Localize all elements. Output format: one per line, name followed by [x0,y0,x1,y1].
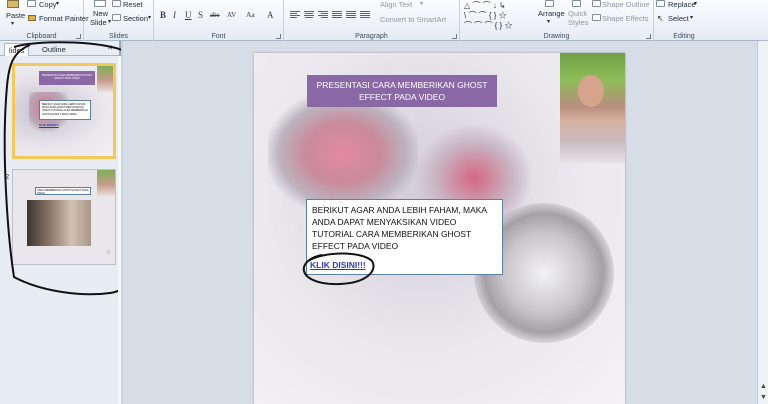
replace-icon [656,0,665,7]
shapes-gallery[interactable]: △ ⌒ ⌒ ↓ ↳ \ ⌒ ⌒ { } ☆ ⌒ ⌒ ⌒ { } ☆ [464,0,534,30]
section-button[interactable]: Section ▾ [112,14,154,24]
align-text-dropdown-icon: ▾ [420,1,424,7]
replace-label: Replace [668,0,696,9]
format-painter-label: Format Painter [39,14,89,23]
shadow-button[interactable]: S [198,10,203,20]
reset-label: Reset [123,0,143,9]
arrange-dropdown-icon: ▾ [547,19,551,25]
select-label: Select [668,14,689,23]
shape-outline-icon [592,0,601,7]
align-text-label: Align Text [380,0,413,9]
underline-button[interactable]: U [185,10,192,20]
scroll-up-icon[interactable]: ▲ [760,383,767,390]
copy-label: Copy [39,0,57,9]
quick-styles-label-2: Styles [568,18,589,27]
bold-button[interactable]: B [160,10,166,20]
section-dropdown-icon: ▾ [148,15,152,21]
columns-icon[interactable] [346,10,356,19]
new-slide-dropdown-icon: ▾ [108,19,112,25]
align-center-icon[interactable] [304,10,314,19]
section-icon [112,14,121,21]
quick-styles-label-1: Quick [568,9,588,18]
character-spacing-button[interactable]: AV [227,11,236,19]
copy-icon [27,0,36,7]
copy-button[interactable]: Copy ▾ [27,0,67,10]
paste-dropdown-icon: ▾ [11,21,15,27]
drawing-group: △ ⌒ ⌒ ↓ ↳ \ ⌒ ⌒ { } ☆ ⌒ ⌒ ⌒ { } ☆ Arrang… [460,0,654,41]
slide-title[interactable]: PRESENTASI CARA MEMBERIKAN GHOST EFFECT … [307,75,497,107]
new-slide-label-2: Slide [90,18,107,27]
shape-outline-button[interactable]: Shape Outline [592,0,654,10]
slide-editor: PRESENTASI CARA MEMBERIKAN GHOST EFFECT … [123,41,757,404]
reset-button[interactable]: Reset [112,0,150,10]
arrange-label: Arrange [538,9,565,18]
arrange-button[interactable]: Arrange ▾ [538,0,565,32]
align-right-icon[interactable] [318,10,328,19]
scroll-down-icon[interactable]: ▼ [760,394,767,401]
select-button[interactable]: ↖ Select ▾ [656,14,712,24]
copy-dropdown-icon: ▾ [56,1,60,7]
pane-scrollbar[interactable] [118,56,121,404]
profile-face [578,75,604,107]
quick-styles-icon [572,0,581,7]
quick-styles-button[interactable]: Quick Styles [566,0,590,32]
hand-drawn-circle-link [302,252,375,286]
motorbike-rider-image [268,93,418,213]
new-slide-icon [94,0,106,7]
shape-effects-button[interactable]: Shape Effects [592,14,654,24]
italic-button[interactable]: I [173,10,176,20]
new-slide-button[interactable]: New Slide ▾ [88,0,114,32]
select-arrow-icon: ↖ [657,14,664,23]
font-launcher-icon[interactable] [276,34,281,39]
shape-outline-label: Shape Outline [602,0,650,9]
reset-icon [112,0,121,7]
slide-canvas[interactable]: PRESENTASI CARA MEMBERIKAN GHOST EFFECT … [254,53,625,404]
profile-photo [560,53,625,163]
shape-effects-label: Shape Effects [602,14,649,23]
editing-group-label: Editing [673,33,695,40]
paragraph-group: Align Text ▾ Convert to SmartArt Paragra… [284,0,460,41]
paragraph-group-label: Paragraph [355,33,388,40]
new-slide-label-1: New [93,9,109,18]
shapes-row-3-icon: ⌒ ⌒ ⌒ { } ☆ [464,21,513,30]
format-painter-button[interactable]: Format Painter [27,14,89,24]
slides-group: New Slide ▾ Reset Section ▾ Slides [84,0,154,41]
replace-dropdown-icon: ▾ [694,1,698,7]
ribbon: Paste ▾ Copy ▾ Format Painter Clipboard … [0,0,768,41]
editing-group: Replace ▾ ↖ Select ▾ Editing [654,0,714,41]
paste-icon [7,0,19,8]
drawing-launcher-icon[interactable] [646,34,651,39]
strikethrough-button[interactable]: abc [210,11,220,19]
align-text-button[interactable]: Align Text ▾ [380,0,440,10]
select-dropdown-icon: ▾ [690,15,694,21]
paste-label: Paste [6,11,26,20]
align-left-icon[interactable] [290,10,300,19]
paragraph-launcher-icon[interactable] [452,34,457,39]
drawing-group-label: Drawing [543,33,570,40]
section-label: Section [123,14,149,23]
convert-smartart-label: Convert to SmartArt [380,15,447,24]
arrange-icon [545,0,554,7]
font-group-label: Font [211,33,226,40]
convert-smartart-button[interactable]: Convert to SmartArt [380,15,460,25]
format-painter-icon [28,15,36,21]
hand-drawn-circle-pane [3,41,121,296]
shape-effects-icon [592,14,601,21]
change-case-button[interactable]: Aa [246,10,255,19]
paste-button[interactable]: Paste ▾ [2,0,26,32]
line-spacing-icon[interactable] [360,10,370,19]
slides-pane: lides Outline ✕ PRESENTASI CARA MEMBERIK… [0,41,121,404]
font-group: B I U S abc AV Aa A Font [154,0,284,41]
font-color-button[interactable]: A [267,10,274,20]
justify-icon[interactable] [332,10,342,19]
clipboard-group: Paste ▾ Copy ▾ Format Painter Clipboard [0,0,89,41]
editor-scrollbar[interactable]: ▲ ▼ [757,41,768,404]
replace-button[interactable]: Replace ▾ [656,0,712,10]
